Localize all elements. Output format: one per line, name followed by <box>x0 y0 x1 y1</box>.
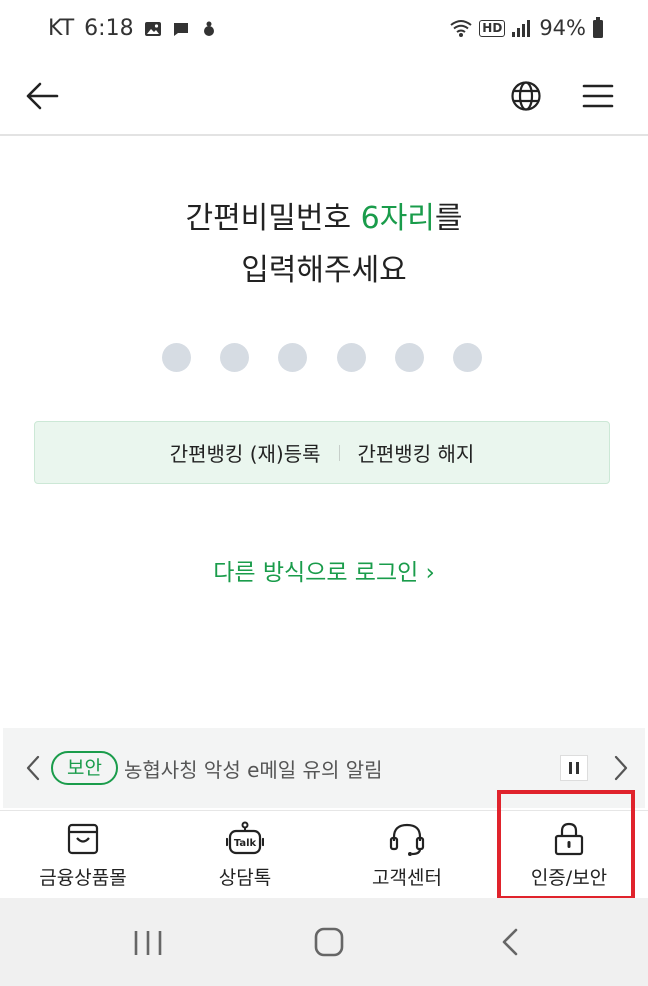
tab-financial-products[interactable]: 금융상품몰 <box>2 811 164 899</box>
pin-indicator <box>162 343 482 373</box>
pin-dot <box>162 343 191 372</box>
home-icon[interactable] <box>313 926 345 958</box>
tab-label: 상담톡 <box>218 867 272 889</box>
pin-prompt-line1: 간편비밀번호 6자리를 <box>0 192 648 246</box>
pin-prompt-line2: 입력해주세요 <box>241 253 407 288</box>
status-left: KT 6:18 <box>48 16 218 41</box>
network-badge: HD <box>479 19 506 37</box>
tab-label: 금융상품몰 <box>39 867 127 889</box>
signal-icon <box>512 20 531 37</box>
tab-chat[interactable]: Talk 상담톡 <box>164 811 326 899</box>
language-button[interactable] <box>502 72 550 120</box>
highlight-box <box>497 790 635 900</box>
pause-icon <box>560 755 588 781</box>
register-simple-banking-link[interactable]: 간편뱅킹 (재)등록 <box>170 438 321 467</box>
pin-dot <box>220 343 250 372</box>
pin-prompt-suffix: 를 <box>434 201 463 236</box>
cancel-simple-banking-link[interactable]: 간편뱅킹 해지 <box>358 438 475 467</box>
system-back-icon[interactable] <box>500 927 520 957</box>
recent-apps-icon[interactable] <box>133 929 163 957</box>
pin-dot <box>394 343 424 372</box>
shopping-bag-icon <box>67 823 99 855</box>
back-button[interactable] <box>18 72 66 120</box>
headset-icon <box>389 823 425 856</box>
chevron-left-icon[interactable] <box>25 755 41 781</box>
status-bar: KT 6:18 HD 94% <box>0 0 648 58</box>
pin-dot <box>278 343 308 372</box>
tab-label: 고객센터 <box>372 867 442 889</box>
system-navigation-bar <box>0 898 648 986</box>
chatbot-talk-icon: Talk <box>226 821 264 855</box>
battery-percent: 94% <box>539 16 586 40</box>
status-right: HD 94% <box>449 16 604 40</box>
battery-icon <box>593 17 603 38</box>
carrier-name: KT <box>48 16 75 41</box>
simple-banking-options: 간편뱅킹 (재)등록 간편뱅킹 해지 <box>34 421 610 484</box>
pause-button[interactable] <box>560 755 588 785</box>
alternative-login-link[interactable]: 다른 방식으로 로그인 › <box>0 553 648 587</box>
notice-text[interactable]: 농협사칭 악성 e메일 유의 알림 <box>124 754 383 783</box>
pin-dot <box>452 343 482 372</box>
pin-prompt-digits: 6자리 <box>360 201 435 236</box>
hamburger-menu-icon <box>582 84 614 108</box>
wifi-icon <box>450 20 472 37</box>
tab-customer-center[interactable]: 고객센터 <box>326 811 488 899</box>
pin-dot <box>336 343 366 372</box>
app-notification-icon <box>203 21 214 36</box>
pin-prompt-prefix: 간편비밀번호 <box>185 201 352 236</box>
svg-text:Talk: Talk <box>234 838 257 849</box>
menu-button[interactable] <box>574 72 622 120</box>
gallery-icon <box>144 21 161 36</box>
security-badge: 보안 <box>51 751 118 785</box>
chevron-right-icon[interactable] <box>613 755 629 781</box>
arrow-left-icon <box>26 82 59 110</box>
status-time: 6:18 <box>84 16 134 41</box>
globe-icon <box>511 81 541 111</box>
message-icon <box>173 22 188 36</box>
divider <box>338 444 340 461</box>
app-header <box>0 58 648 136</box>
